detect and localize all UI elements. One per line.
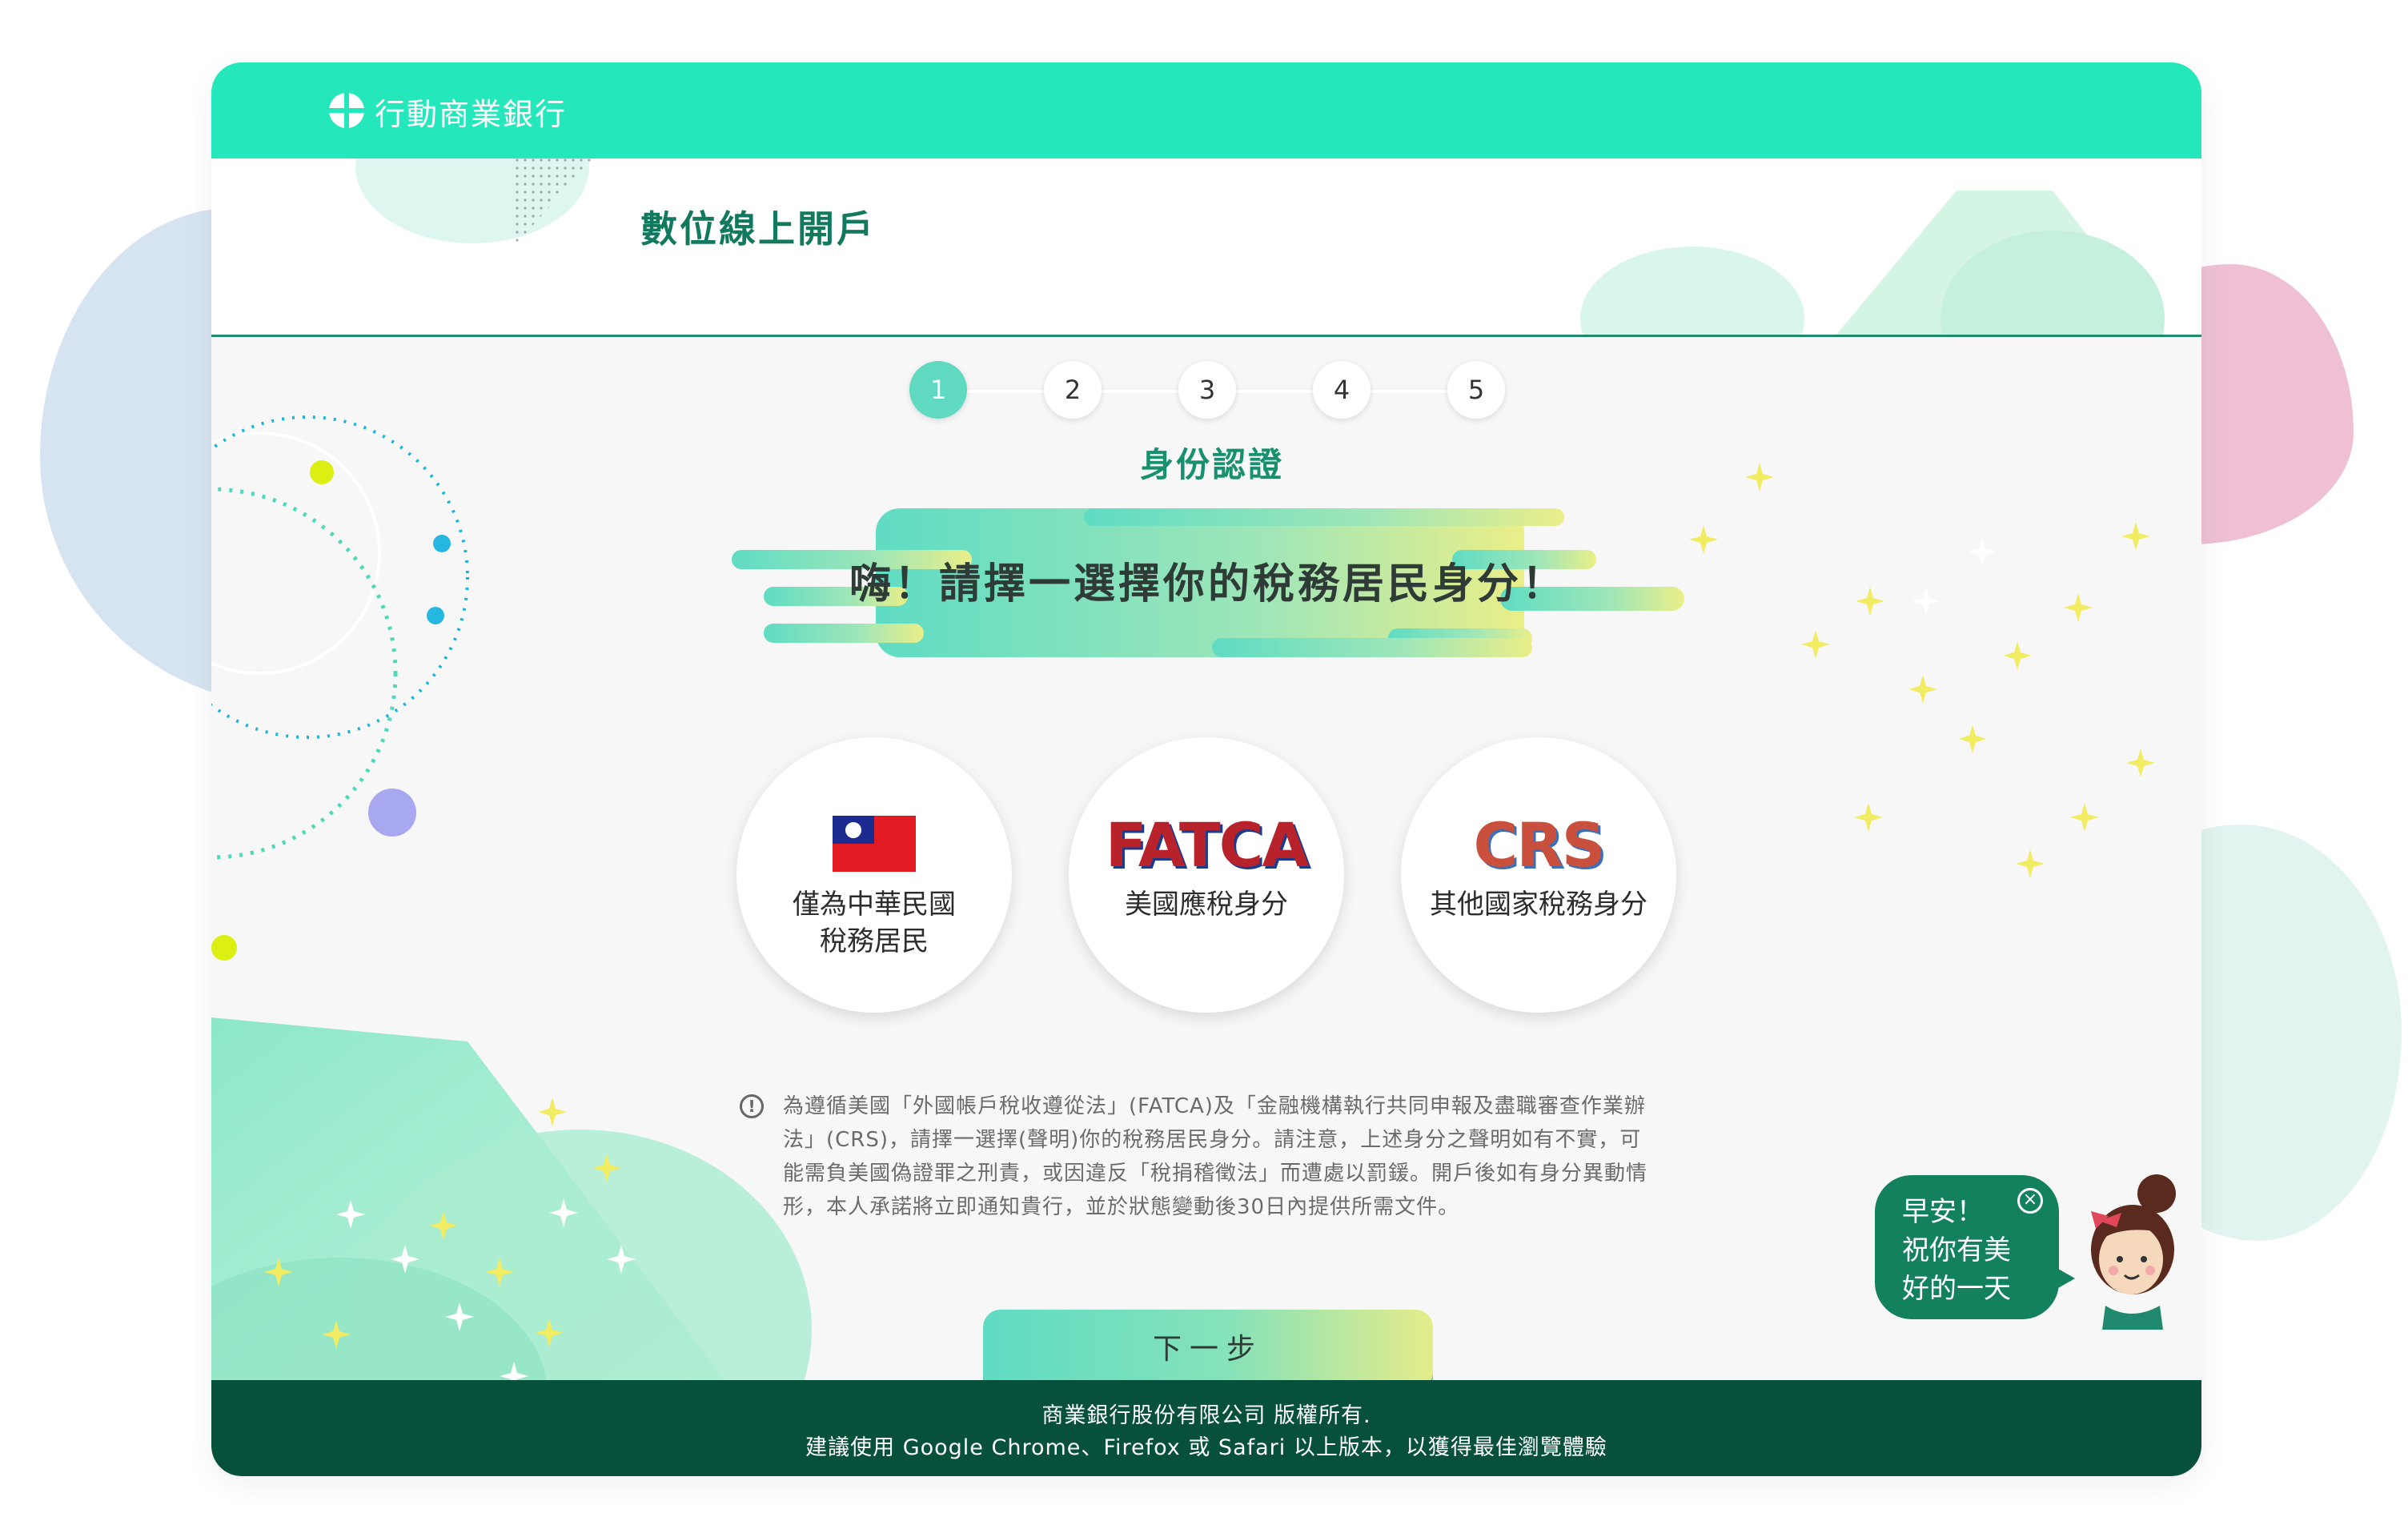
step-connector xyxy=(1236,390,1313,393)
greeting-bubble: 早安！ 祝你有美 好的一天 × xyxy=(1875,1175,2059,1319)
crs-logo-icon: CRS xyxy=(1473,809,1605,881)
greeting-tail xyxy=(2053,1266,2075,1291)
progress-stepper: 1 2 3 4 5 xyxy=(909,361,1505,422)
step-5: 5 xyxy=(1447,361,1505,419)
step-connector xyxy=(1371,390,1447,393)
step-2: 2 xyxy=(1044,361,1102,419)
footer-browser-note: 建議使用 Google Chrome、Firefox 或 Safari 以上版本… xyxy=(805,1435,1607,1460)
next-button[interactable]: 下一步 xyxy=(983,1310,1433,1390)
prompt-text: 嗨！請擇一選擇你的稅務居民身分！ xyxy=(849,560,1567,608)
taiwan-flag-icon xyxy=(833,816,916,872)
app-name: 行動商業銀行 xyxy=(375,97,568,132)
step-1: 1 xyxy=(909,361,967,419)
fatca-logo-icon: FATCA xyxy=(1105,809,1310,881)
step-connector xyxy=(1102,390,1178,393)
footer: 商業銀行股份有限公司 版權所有. 建議使用 Google Chrome、Fire… xyxy=(211,1380,2201,1476)
footer-copyright: 商業銀行股份有限公司 版權所有. xyxy=(1041,1403,1371,1428)
option-us-taxable[interactable]: FATCA 美國應稅身分 xyxy=(1069,737,1344,1013)
notice-text: 為遵循美國「外國帳戶稅收遵從法」(FATCA)及「金融機構執行共同申報及盡職審查… xyxy=(783,1094,1648,1219)
prompt-banner: 嗨！請擇一選擇你的稅務居民身分！ xyxy=(732,508,1684,660)
option-label: 稅務居民 xyxy=(820,925,929,957)
option-other-country-tax[interactable]: CRS 其他國家稅務身分 xyxy=(1401,737,1676,1013)
page-header: 數位線上開戶 xyxy=(211,159,2201,337)
step-4: 4 xyxy=(1313,361,1371,419)
info-icon: ! xyxy=(740,1094,764,1118)
page-title: 數位線上開戶 xyxy=(640,207,876,251)
main-content: 1 2 3 4 5 身份認證 嗨！請擇一選擇你的稅務居民身分！ 僅為中華民國 稅… xyxy=(211,337,2201,1442)
step-connector xyxy=(967,390,1044,393)
option-label: 其他國家稅務身分 xyxy=(1430,889,1647,921)
step-3: 3 xyxy=(1178,361,1236,419)
option-label: 美國應稅身分 xyxy=(1125,889,1288,921)
header-decoration xyxy=(355,159,2165,335)
option-label: 僅為中華民國 xyxy=(793,889,956,921)
close-icon[interactable]: × xyxy=(2017,1188,2043,1214)
top-bar: 行動商業銀行 xyxy=(211,62,2201,159)
greeting-text: 早安！ 祝你有美 好的一天 xyxy=(1902,1196,2011,1305)
option-roc-tax-resident[interactable]: 僅為中華民國 稅務居民 xyxy=(736,737,1012,1013)
mascot-avatar xyxy=(2091,1174,2176,1330)
bank-logo-icon xyxy=(328,92,365,129)
app-window: 行動商業銀行 數位線上開戶 1 2 3 4 5 身份認證 嗨！請擇一選擇你的稅務… xyxy=(211,62,2201,1476)
current-step-label: 身份認證 xyxy=(1140,445,1285,484)
